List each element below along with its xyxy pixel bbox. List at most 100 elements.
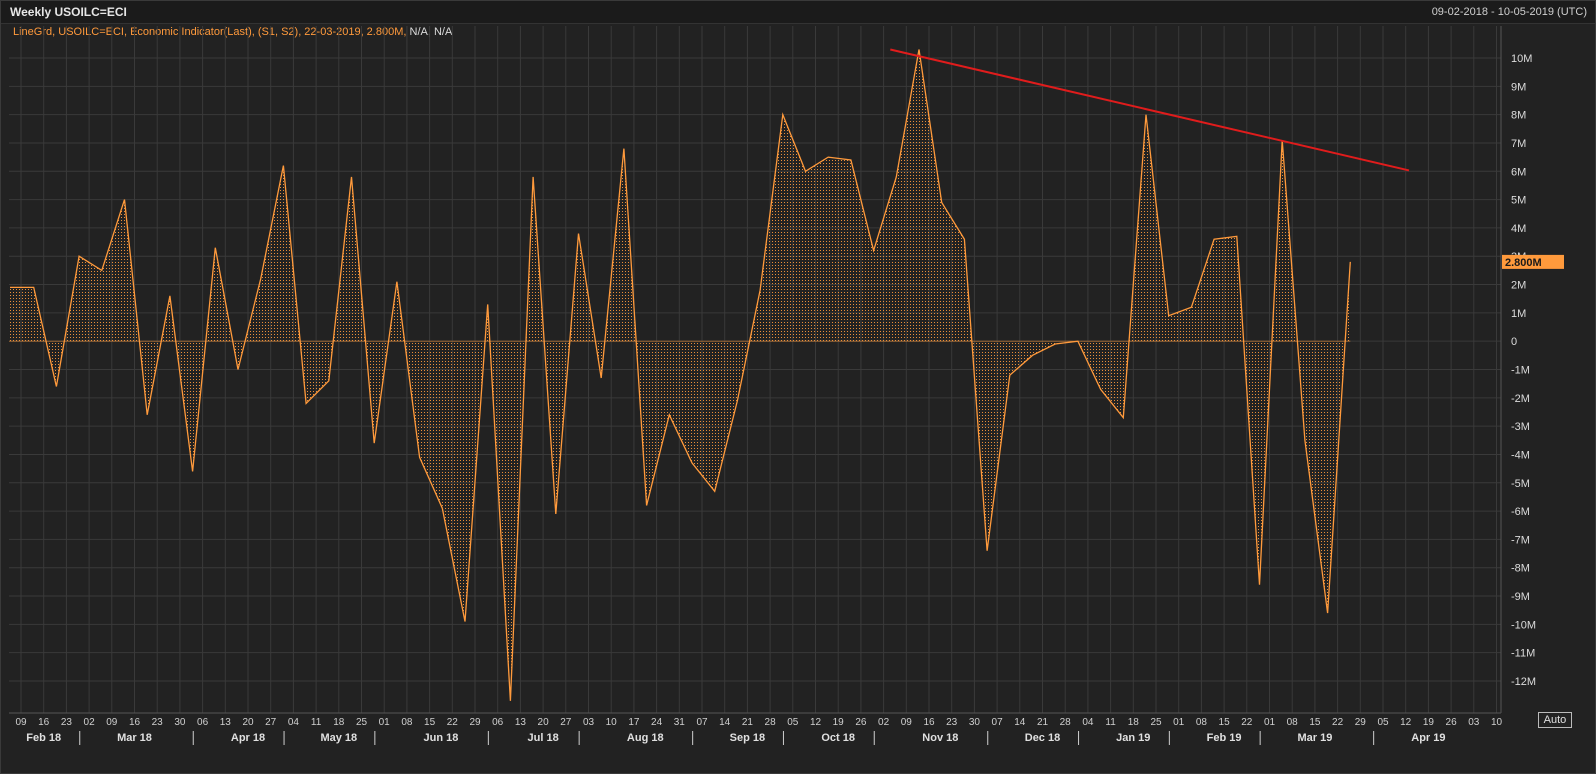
y-tick-label: 10M	[1511, 53, 1532, 65]
x-tick-label: 24	[651, 717, 663, 728]
x-tick-label: 29	[469, 717, 481, 728]
x-tick-label: 16	[38, 717, 50, 728]
x-tick-label: 01	[1264, 717, 1276, 728]
x-tick-label: 07	[992, 717, 1004, 728]
x-tick-label: 12	[810, 717, 822, 728]
chart-window: Weekly USOILC=ECI 09-02-2018 - 10-05-201…	[0, 0, 1596, 774]
x-month-label: Aug 18	[627, 732, 664, 744]
x-tick-label: 31	[674, 717, 686, 728]
x-tick-label: 02	[84, 717, 96, 728]
x-tick-label: 20	[538, 717, 550, 728]
x-tick-label: 22	[447, 717, 459, 728]
x-tick-label: 05	[1377, 717, 1389, 728]
x-tick-label: 25	[356, 717, 368, 728]
y-tick-label: 4M	[1511, 223, 1526, 235]
x-month-label: Jan 19	[1116, 732, 1150, 744]
x-tick-label: 28	[1060, 717, 1072, 728]
y-tick-label: 8M	[1511, 110, 1526, 122]
x-month-label: Dec 18	[1025, 732, 1060, 744]
x-tick-label: 17	[628, 717, 640, 728]
x-tick-label: 27	[265, 717, 277, 728]
y-tick-label: 9M	[1511, 81, 1526, 93]
x-tick-label: 04	[288, 717, 300, 728]
last-value-marker: 2.800M	[1502, 254, 1564, 269]
y-tick-label: 1M	[1511, 308, 1526, 320]
x-month-label: Feb 18	[26, 732, 61, 744]
x-tick-label: 23	[946, 717, 958, 728]
x-tick-label: 09	[15, 717, 27, 728]
x-tick-label: 28	[765, 717, 777, 728]
x-tick-label: 19	[1423, 717, 1435, 728]
y-tick-label: -7M	[1511, 534, 1530, 546]
x-tick-label: 23	[61, 717, 73, 728]
y-tick-label: 6M	[1511, 166, 1526, 178]
x-month-label: Apr 19	[1411, 732, 1445, 744]
x-tick-label: 03	[583, 717, 595, 728]
x-tick-label: 26	[1446, 717, 1458, 728]
y-tick-label: -4M	[1511, 449, 1530, 461]
auto-scale-button[interactable]: Auto	[1538, 712, 1572, 728]
x-tick-label: 06	[492, 717, 504, 728]
x-tick-label: 08	[1196, 717, 1208, 728]
x-tick-label: 26	[855, 717, 867, 728]
x-month-label: Sep 18	[730, 732, 765, 744]
y-tick-label: -3M	[1511, 421, 1530, 433]
x-tick-label: 30	[174, 717, 186, 728]
x-tick-label: 08	[1287, 717, 1299, 728]
y-tick-label: -1M	[1511, 365, 1530, 377]
chart-plot[interactable]: 10M9M8M7M6M5M4M3M2M1M0-1M-2M-3M-4M-5M-6M…	[1, 1, 1595, 773]
x-axis: 09 16 23 02 09 16 23 30 06 13 20 27 04 11 18 25 01 08 15 22…	[9, 712, 1502, 745]
x-tick-label: 22	[1241, 717, 1253, 728]
x-tick-label: 08	[401, 717, 413, 728]
x-month-label: Mar 19	[1297, 732, 1332, 744]
y-axis: 10M9M8M7M6M5M4M3M2M1M0-1M-2M-3M-4M-5M-6M…	[1500, 26, 1536, 713]
x-tick-label: 09	[106, 717, 118, 728]
x-tick-label: 05	[787, 717, 799, 728]
x-tick-label: 29	[1355, 717, 1367, 728]
x-tick-label: 06	[197, 717, 209, 728]
x-month-label: Mar 18	[117, 732, 152, 744]
x-month-label: Jul 18	[528, 732, 559, 744]
y-tick-label: -2M	[1511, 393, 1530, 405]
x-tick-label: 21	[742, 717, 754, 728]
x-month-label: Jun 18	[424, 732, 459, 744]
grid-lines	[9, 26, 1501, 713]
y-tick-label: -5M	[1511, 478, 1530, 490]
x-tick-label: 15	[1309, 717, 1321, 728]
x-tick-label: 14	[1014, 717, 1026, 728]
y-tick-label: -11M	[1511, 648, 1535, 660]
x-tick-label: 07	[696, 717, 708, 728]
y-tick-label: 5M	[1511, 195, 1526, 207]
y-tick-label: 2M	[1511, 280, 1526, 292]
x-tick-label: 30	[969, 717, 981, 728]
x-tick-label: 13	[515, 717, 527, 728]
x-tick-label: 02	[878, 717, 890, 728]
last-value-label: 2.800M	[1505, 257, 1542, 269]
x-tick-label: 12	[1400, 717, 1412, 728]
y-tick-label: -12M	[1511, 676, 1536, 688]
x-tick-label: 04	[1082, 717, 1094, 728]
x-tick-label: 11	[1105, 717, 1116, 728]
x-month-label: Apr 18	[231, 732, 265, 744]
x-tick-label: 10	[606, 717, 618, 728]
x-month-label: May 18	[320, 732, 357, 744]
x-tick-label: 16	[129, 717, 141, 728]
x-tick-label: 25	[1150, 717, 1162, 728]
x-month-label: Nov 18	[922, 732, 958, 744]
y-tick-label: -6M	[1511, 506, 1530, 518]
x-tick-label: 09	[901, 717, 913, 728]
x-tick-label: 13	[220, 717, 232, 728]
x-tick-label: 15	[424, 717, 436, 728]
y-tick-label: -9M	[1511, 591, 1530, 603]
x-tick-label: 19	[833, 717, 845, 728]
x-tick-label: 18	[333, 717, 345, 728]
x-tick-label: 20	[242, 717, 254, 728]
y-tick-label: -10M	[1511, 619, 1536, 631]
x-tick-label: 15	[1219, 717, 1231, 728]
x-tick-label: 01	[379, 717, 391, 728]
y-tick-label: 7M	[1511, 138, 1526, 150]
x-tick-label: 14	[719, 717, 731, 728]
x-tick-label: 16	[923, 717, 935, 728]
x-month-label: Oct 18	[821, 732, 855, 744]
x-tick-label: 11	[311, 717, 322, 728]
